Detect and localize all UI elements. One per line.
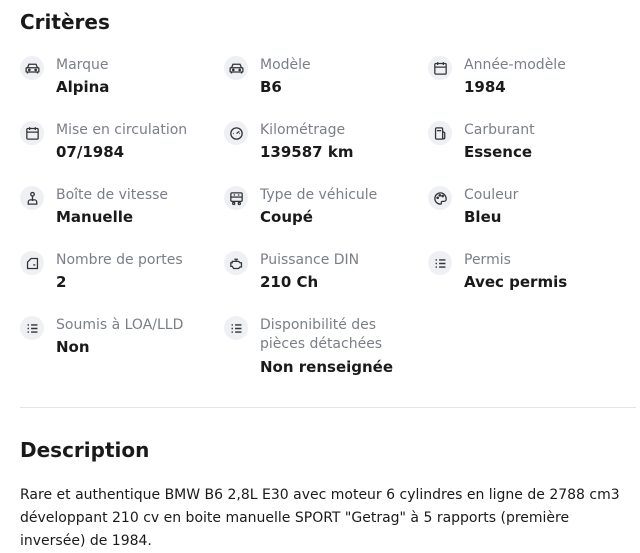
criterion-value: Coupé <box>260 208 313 226</box>
criterion-label: Type de véhicule <box>260 187 378 203</box>
vehicle-type-icon <box>224 186 248 210</box>
criterion-value: 2 <box>56 273 67 291</box>
section-divider <box>20 407 636 408</box>
fuel-pump-icon <box>428 121 452 145</box>
criterion-label: Soumis à LOA/LLD <box>56 317 184 333</box>
criterion-label: Couleur <box>464 187 519 203</box>
criterion-value: Non renseignée <box>260 358 394 376</box>
palette-icon <box>428 186 452 210</box>
list-icon <box>224 316 248 340</box>
calendar-icon <box>428 56 452 80</box>
criterion-value: Essence <box>464 143 533 161</box>
criterion-label: Puissance DIN <box>260 252 360 268</box>
speedometer-icon <box>224 121 248 145</box>
criteres-title: Critères <box>20 10 110 34</box>
criterion-label: Disponibilité des pièces détachées <box>260 317 383 352</box>
criterion-value: 1984 <box>464 78 506 96</box>
criterion-label: Année-modèle <box>464 57 566 73</box>
car-icon <box>224 56 248 80</box>
description-text: Rare et authentique BMW B6 2,8L E30 avec… <box>20 487 620 549</box>
criterion-value: Avec permis <box>464 273 568 291</box>
criterion-value: Bleu <box>464 208 502 226</box>
criterion-value: Non <box>56 338 90 356</box>
calendar-icon <box>20 121 44 145</box>
criterion-label: Permis <box>464 252 511 268</box>
criterion-value: B6 <box>260 78 282 96</box>
description-title: Description <box>20 438 150 462</box>
criterion-label: Mise en circulation <box>56 122 188 138</box>
gear-shift-icon <box>20 186 44 210</box>
engine-icon <box>224 251 248 275</box>
criterion-value: 210 Ch <box>260 273 319 291</box>
door-icon <box>20 251 44 275</box>
criterion-label: Kilométrage <box>260 122 346 138</box>
criterion-label: Nombre de portes <box>56 252 183 268</box>
criterion-label: Marque <box>56 57 109 73</box>
criterion-value: Manuelle <box>56 208 134 226</box>
criterion-value: 07/1984 <box>56 143 125 161</box>
criterion-label: Modèle <box>260 57 311 73</box>
list-icon <box>428 251 452 275</box>
criterion-label: Carburant <box>464 122 535 138</box>
car-icon <box>20 56 44 80</box>
list-icon <box>20 316 44 340</box>
criterion-label: Boîte de vitesse <box>56 187 169 203</box>
criterion-value: Alpina <box>56 78 110 96</box>
criterion-value: 139587 km <box>260 143 354 161</box>
